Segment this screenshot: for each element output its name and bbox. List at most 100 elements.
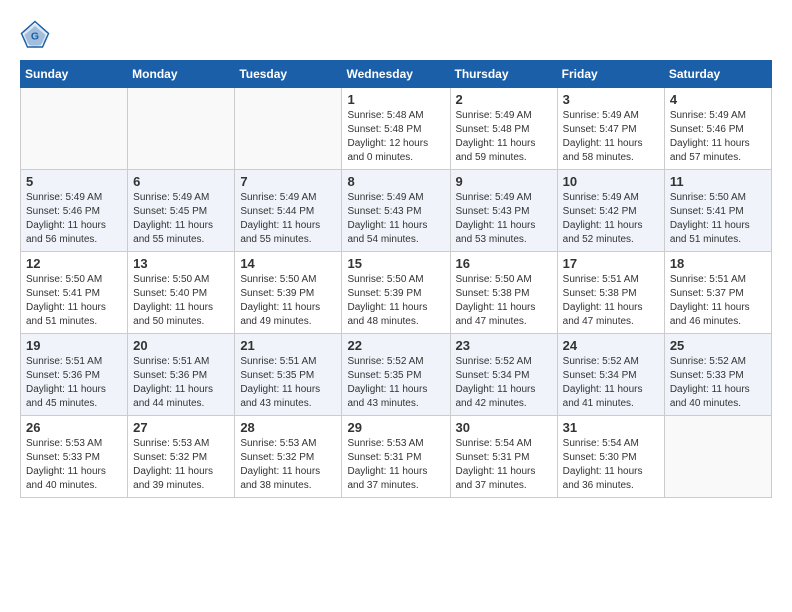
day-info: Sunrise: 5:52 AMSunset: 5:34 PMDaylight:… [563, 355, 659, 411]
day-number: 7 [240, 174, 336, 189]
calendar-header: SundayMondayTuesdayWednesdayThursdayFrid… [21, 61, 772, 88]
header-day-monday: Monday [128, 61, 235, 88]
day-info: Sunrise: 5:50 AMSunset: 5:38 PMDaylight:… [456, 273, 552, 329]
day-number: 3 [563, 92, 659, 107]
day-info: Sunrise: 5:49 AMSunset: 5:48 PMDaylight:… [456, 109, 552, 165]
calendar-cell: 4 Sunrise: 5:49 AMSunset: 5:46 PMDaylight… [664, 88, 771, 170]
calendar-cell: 18Sunrise: 5:51 AMSunset: 5:37 PMDayligh… [664, 252, 771, 334]
calendar-cell: 10 Sunrise: 5:49 AMSunset: 5:42 PMDayligh… [557, 170, 664, 252]
calendar-cell: 14 Sunrise: 5:50 AMSunset: 5:39 PMDayligh… [235, 252, 342, 334]
day-info: Sunrise: 5:53 AMSunset: 5:32 PMDaylight:… [133, 437, 229, 493]
day-number: 15 [347, 256, 444, 271]
day-info: Sunrise: 5:49 AMSunset: 5:46 PMDaylight:… [26, 191, 122, 247]
calendar-cell: 3 Sunrise: 5:49 AMSunset: 5:47 PMDaylight… [557, 88, 664, 170]
logo-icon: G [20, 20, 50, 50]
calendar-week-5: 26Sunrise: 5:53 AMSunset: 5:33 PMDayligh… [21, 416, 772, 498]
day-info: Sunrise: 5:51 AMSunset: 5:36 PMDaylight:… [26, 355, 122, 411]
day-info: Sunrise: 5:49 AMSunset: 5:43 PMDaylight:… [456, 191, 552, 247]
calendar-cell: 19 Sunrise: 5:51 AMSunset: 5:36 PMDayligh… [21, 334, 128, 416]
logo: G [20, 20, 54, 50]
day-info: Sunrise: 5:49 AMSunset: 5:46 PMDaylight:… [670, 109, 766, 165]
day-number: 22 [347, 338, 444, 353]
calendar-cell: 7Sunrise: 5:49 AMSunset: 5:44 PMDaylight… [235, 170, 342, 252]
day-number: 1 [347, 92, 444, 107]
calendar-cell: 12Sunrise: 5:50 AMSunset: 5:41 PMDayligh… [21, 252, 128, 334]
day-number: 10 [563, 174, 659, 189]
svg-text:G: G [31, 31, 39, 43]
day-info: Sunrise: 5:52 AMSunset: 5:35 PMDaylight:… [347, 355, 444, 411]
day-number: 20 [133, 338, 229, 353]
day-number: 23 [456, 338, 552, 353]
calendar-week-3: 12Sunrise: 5:50 AMSunset: 5:41 PMDayligh… [21, 252, 772, 334]
header-day-tuesday: Tuesday [235, 61, 342, 88]
header-row: SundayMondayTuesdayWednesdayThursdayFrid… [21, 61, 772, 88]
day-number: 16 [456, 256, 552, 271]
day-info: Sunrise: 5:52 AMSunset: 5:34 PMDaylight:… [456, 355, 552, 411]
calendar-cell: 20 Sunrise: 5:51 AMSunset: 5:36 PMDayligh… [128, 334, 235, 416]
day-info: Sunrise: 5:51 AMSunset: 5:36 PMDaylight:… [133, 355, 229, 411]
calendar-cell [235, 88, 342, 170]
day-number: 11 [670, 174, 766, 189]
header-day-saturday: Saturday [664, 61, 771, 88]
calendar-cell: 26Sunrise: 5:53 AMSunset: 5:33 PMDayligh… [21, 416, 128, 498]
day-number: 21 [240, 338, 336, 353]
calendar-week-4: 19 Sunrise: 5:51 AMSunset: 5:36 PMDayligh… [21, 334, 772, 416]
day-info: Sunrise: 5:51 AMSunset: 5:37 PMDaylight:… [670, 273, 766, 329]
calendar-cell: 6Sunrise: 5:49 AMSunset: 5:45 PMDaylight… [128, 170, 235, 252]
calendar-cell: 22 Sunrise: 5:52 AMSunset: 5:35 PMDayligh… [342, 334, 450, 416]
day-number: 6 [133, 174, 229, 189]
day-info: Sunrise: 5:51 AMSunset: 5:38 PMDaylight:… [563, 273, 659, 329]
calendar-cell: 9 Sunrise: 5:49 AMSunset: 5:43 PMDaylight… [450, 170, 557, 252]
calendar-cell: 5 Sunrise: 5:49 AMSunset: 5:46 PMDaylight… [21, 170, 128, 252]
header-day-friday: Friday [557, 61, 664, 88]
calendar-cell: 29Sunrise: 5:53 AMSunset: 5:31 PMDayligh… [342, 416, 450, 498]
day-number: 17 [563, 256, 659, 271]
day-number: 5 [26, 174, 122, 189]
day-number: 8 [347, 174, 444, 189]
page-header: G [20, 20, 772, 50]
header-day-thursday: Thursday [450, 61, 557, 88]
day-info: Sunrise: 5:50 AMSunset: 5:39 PMDaylight:… [347, 273, 444, 329]
day-number: 30 [456, 420, 552, 435]
day-info: Sunrise: 5:53 AMSunset: 5:31 PMDaylight:… [347, 437, 444, 493]
calendar-cell: 24Sunrise: 5:52 AMSunset: 5:34 PMDayligh… [557, 334, 664, 416]
day-number: 19 [26, 338, 122, 353]
day-info: Sunrise: 5:49 AMSunset: 5:43 PMDaylight:… [347, 191, 444, 247]
calendar-week-1: 1 Sunrise: 5:48 AMSunset: 5:48 PMDaylight… [21, 88, 772, 170]
calendar-cell: 1 Sunrise: 5:48 AMSunset: 5:48 PMDaylight… [342, 88, 450, 170]
day-info: Sunrise: 5:54 AMSunset: 5:30 PMDaylight:… [563, 437, 659, 493]
day-info: Sunrise: 5:48 AMSunset: 5:48 PMDaylight:… [347, 109, 444, 165]
day-number: 31 [563, 420, 659, 435]
calendar-cell: 23 Sunrise: 5:52 AMSunset: 5:34 PMDayligh… [450, 334, 557, 416]
calendar-cell: 13Sunrise: 5:50 AMSunset: 5:40 PMDayligh… [128, 252, 235, 334]
day-info: Sunrise: 5:49 AMSunset: 5:42 PMDaylight:… [563, 191, 659, 247]
calendar-cell [21, 88, 128, 170]
calendar-cell: 25 Sunrise: 5:52 AMSunset: 5:33 PMDayligh… [664, 334, 771, 416]
header-day-wednesday: Wednesday [342, 61, 450, 88]
day-number: 25 [670, 338, 766, 353]
calendar-cell: 30 Sunrise: 5:54 AMSunset: 5:31 PMDayligh… [450, 416, 557, 498]
day-info: Sunrise: 5:51 AMSunset: 5:35 PMDaylight:… [240, 355, 336, 411]
day-info: Sunrise: 5:52 AMSunset: 5:33 PMDaylight:… [670, 355, 766, 411]
day-info: Sunrise: 5:54 AMSunset: 5:31 PMDaylight:… [456, 437, 552, 493]
day-number: 28 [240, 420, 336, 435]
day-number: 12 [26, 256, 122, 271]
day-number: 27 [133, 420, 229, 435]
calendar-cell: 16 Sunrise: 5:50 AMSunset: 5:38 PMDayligh… [450, 252, 557, 334]
day-number: 26 [26, 420, 122, 435]
calendar-cell [664, 416, 771, 498]
day-number: 2 [456, 92, 552, 107]
calendar-cell: 8 Sunrise: 5:49 AMSunset: 5:43 PMDaylight… [342, 170, 450, 252]
day-info: Sunrise: 5:49 AMSunset: 5:47 PMDaylight:… [563, 109, 659, 165]
calendar-cell [128, 88, 235, 170]
day-info: Sunrise: 5:53 AMSunset: 5:32 PMDaylight:… [240, 437, 336, 493]
calendar-cell: 21 Sunrise: 5:51 AMSunset: 5:35 PMDayligh… [235, 334, 342, 416]
day-number: 14 [240, 256, 336, 271]
day-number: 4 [670, 92, 766, 107]
calendar-cell: 17 Sunrise: 5:51 AMSunset: 5:38 PMDayligh… [557, 252, 664, 334]
day-number: 9 [456, 174, 552, 189]
calendar-week-2: 5 Sunrise: 5:49 AMSunset: 5:46 PMDaylight… [21, 170, 772, 252]
day-info: Sunrise: 5:50 AMSunset: 5:39 PMDaylight:… [240, 273, 336, 329]
calendar-cell: 27 Sunrise: 5:53 AMSunset: 5:32 PMDayligh… [128, 416, 235, 498]
header-day-sunday: Sunday [21, 61, 128, 88]
